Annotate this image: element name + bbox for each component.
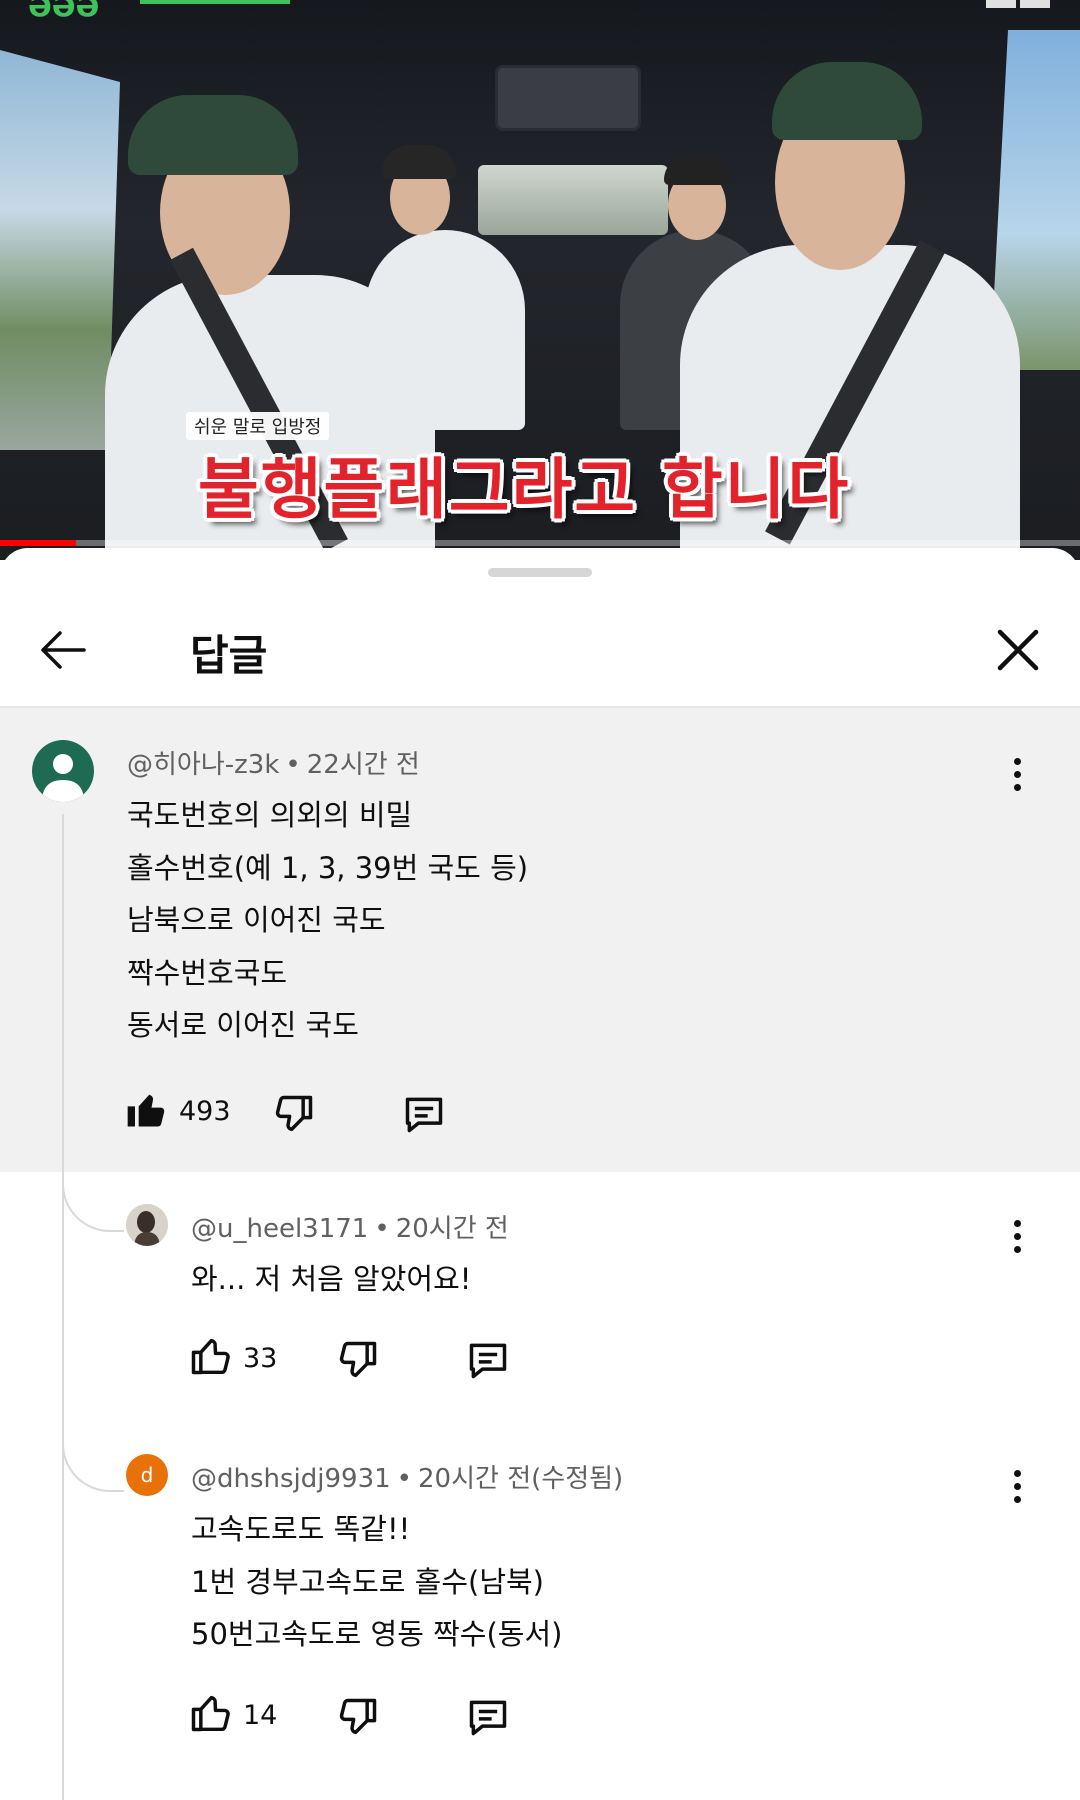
comment-text-line: 50번고속도로 영동 짝수(동서) bbox=[191, 1617, 563, 1651]
parent-comment: @히아나-z3k • 22시간 전 국도번호의 의외의 비밀 홀수번호(예 1, 3… bbox=[0, 708, 1080, 1172]
comment-meta: @u_heel3171 • 20시간 전 bbox=[191, 1214, 509, 1244]
comment-author[interactable]: @히아나-z3k bbox=[127, 750, 279, 780]
dislike-button[interactable] bbox=[272, 1092, 318, 1136]
replies-sheet: 답글 @히아나-z3k • 22시간 전 국도번호의 의외의 비밀 홀수번호(예 1… bbox=[0, 548, 1080, 1800]
comment-meta: @히아나-z3k • 22시간 전 bbox=[127, 750, 420, 780]
avatar[interactable] bbox=[126, 1204, 168, 1246]
comment-text-line: 와... 저 처음 알았어요! bbox=[191, 1262, 472, 1296]
video-top-bar bbox=[140, 0, 290, 4]
comment-author[interactable]: @u_heel3171 bbox=[191, 1214, 368, 1244]
thumbs-up-icon bbox=[191, 1338, 230, 1375]
comment-time: 22시간 전 bbox=[306, 750, 420, 780]
comment-text-line: 남북으로 이어진 국도 bbox=[127, 903, 386, 937]
user-avatar-icon bbox=[42, 754, 84, 802]
user-photo-icon bbox=[126, 1204, 168, 1246]
thread-line bbox=[62, 1172, 64, 1800]
comment-text-line: 홀수번호(예 1, 3, 39번 국도 등) bbox=[127, 851, 529, 885]
comment-text-line: 동서로 이어진 국도 bbox=[127, 1008, 359, 1042]
thread-connector bbox=[62, 1172, 124, 1232]
more-options-button[interactable] bbox=[1007, 1220, 1027, 1260]
like-button[interactable] bbox=[188, 1691, 234, 1735]
comment-meta: @dhshsjdj9931 • 20시간 전(수정됨) bbox=[191, 1464, 624, 1494]
comment-time: 20시간 전 bbox=[395, 1214, 509, 1244]
avatar[interactable] bbox=[32, 740, 94, 802]
reply-button[interactable] bbox=[402, 1092, 448, 1136]
car-rear-window bbox=[478, 165, 668, 235]
thumbs-down-icon bbox=[275, 1095, 313, 1132]
video-corner-mark bbox=[986, 0, 1016, 8]
comment-icon bbox=[469, 1343, 507, 1379]
thumbs-up-filled-icon bbox=[127, 1094, 165, 1127]
arrow-left-icon bbox=[41, 631, 86, 669]
more-options-button[interactable] bbox=[1007, 1470, 1027, 1510]
comment-icon bbox=[405, 1097, 443, 1133]
thumbs-down-icon bbox=[339, 1341, 377, 1378]
video-caption-main: 불행플래그라고 합니다 bbox=[198, 451, 851, 528]
dislike-button[interactable] bbox=[336, 1338, 382, 1382]
sheet-title: 답글 bbox=[190, 631, 268, 680]
thumbs-down-icon bbox=[339, 1698, 377, 1735]
comment-icon bbox=[469, 1700, 507, 1736]
like-count: 33 bbox=[243, 1343, 278, 1374]
like-button[interactable] bbox=[188, 1334, 234, 1378]
thread-connector bbox=[62, 1388, 124, 1492]
comment-text-line: 고속도로도 똑같!! bbox=[191, 1512, 411, 1546]
video-corner-mark bbox=[1020, 0, 1050, 8]
sheet-drag-handle[interactable] bbox=[488, 568, 592, 577]
like-count: 493 bbox=[179, 1096, 231, 1127]
sheet-header: 답글 bbox=[0, 590, 1080, 708]
channel-logo: ƏƏƏ bbox=[28, 0, 100, 23]
like-count: 14 bbox=[243, 1700, 278, 1731]
avatar[interactable]: d bbox=[126, 1454, 168, 1496]
comment-author[interactable]: @dhshsjdj9931 bbox=[191, 1464, 391, 1494]
avatar-letter: d bbox=[140, 1463, 154, 1487]
car-ceiling-console bbox=[495, 65, 641, 131]
thread-line bbox=[62, 814, 64, 1172]
dislike-button[interactable] bbox=[336, 1695, 382, 1739]
comment-text-line: 짝수번호국도 bbox=[127, 956, 288, 990]
like-button[interactable] bbox=[124, 1088, 170, 1132]
close-icon bbox=[997, 629, 1039, 671]
back-button[interactable] bbox=[34, 620, 94, 680]
car-window-left bbox=[0, 50, 120, 450]
comment-text-line: 1번 경부고속도로 홀수(남북) bbox=[191, 1565, 544, 1599]
video-progress-fill bbox=[0, 540, 76, 546]
thumbs-up-icon bbox=[191, 1695, 230, 1732]
close-button[interactable] bbox=[990, 622, 1046, 678]
video-progress-bar[interactable] bbox=[0, 540, 1080, 546]
reply-button[interactable] bbox=[466, 1338, 512, 1382]
reply-button[interactable] bbox=[466, 1695, 512, 1739]
video-player[interactable]: ƏƏƏ 쉬운 말로 입방정 불행플래그라고 합니다 bbox=[0, 0, 1080, 560]
comment-text-line: 국도번호의 의외의 비밀 bbox=[127, 798, 413, 832]
more-options-button[interactable] bbox=[1007, 758, 1027, 798]
comment-time: 20시간 전(수정됨) bbox=[418, 1464, 624, 1494]
